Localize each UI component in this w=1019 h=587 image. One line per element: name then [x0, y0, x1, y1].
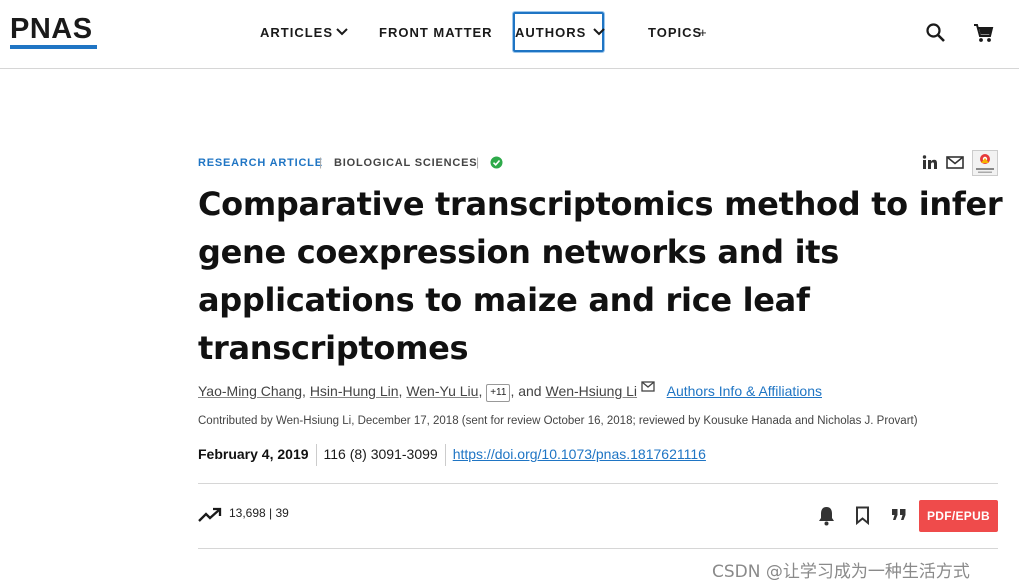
divider: [198, 483, 998, 484]
quote-icon[interactable]: [891, 508, 907, 521]
linkedin-icon[interactable]: [922, 155, 938, 170]
plus-icon[interactable]: +: [699, 24, 708, 42]
search-icon[interactable]: [925, 22, 947, 44]
author-link[interactable]: Yao-Ming Chang: [198, 383, 302, 399]
views-count: 13,698: [229, 506, 266, 520]
divider: [444, 444, 446, 467]
pdf-epub-button[interactable]: PDF/EPUB: [919, 500, 998, 532]
article-section[interactable]: BIOLOGICAL SCIENCES: [334, 156, 477, 170]
publication-date: February 4, 2019: [198, 446, 309, 462]
author-list: Yao-Ming Chang, Hsin-Hung Lin, Wen-Yu Li…: [198, 381, 822, 402]
divider: [198, 548, 998, 549]
contribution-info: Contributed by Wen-Hsiung Li, December 1…: [198, 415, 918, 427]
nav-authors[interactable]: AUTHORS: [515, 24, 586, 42]
logo-underline: [10, 45, 97, 49]
citations-count: 39: [275, 506, 289, 520]
article-title: Comparative transcriptomics method to in…: [198, 185, 1003, 367]
check-circle-icon: [490, 156, 503, 169]
article-type[interactable]: RESEARCH ARTICLE: [198, 156, 323, 170]
pnas-logo[interactable]: PNAS: [10, 14, 93, 44]
divider: [315, 444, 317, 467]
separator: |: [476, 155, 480, 169]
chevron-down-icon[interactable]: [335, 26, 349, 38]
site-header: PNAS ARTICLES FRONT MATTER AUTHORS TOPIC…: [0, 0, 1019, 69]
cart-icon[interactable]: [973, 22, 995, 44]
bookmark-icon[interactable]: [855, 506, 870, 525]
and-text: , and: [510, 383, 542, 399]
author-link[interactable]: Wen-Yu Liu: [406, 383, 478, 399]
trending-up-icon[interactable]: [198, 507, 222, 523]
separator: |: [319, 155, 323, 169]
doi-link[interactable]: https://doi.org/10.1073/pnas.1817621116: [453, 446, 706, 462]
nav-front-matter[interactable]: FRONT MATTER: [379, 24, 493, 42]
nav-articles[interactable]: ARTICLES: [260, 24, 333, 42]
nav-topics[interactable]: TOPICS: [648, 24, 702, 42]
volume-pages: 116 (8) 3091-3099: [323, 446, 438, 462]
more-authors-button[interactable]: +11: [486, 384, 511, 402]
email-icon[interactable]: [641, 381, 655, 392]
publication-info: February 4, 2019 116 (8) 3091-3099 https:/…: [198, 444, 706, 467]
author-link[interactable]: Wen-Hsiung Li: [545, 383, 637, 399]
affiliations-link[interactable]: Authors Info & Affiliations: [667, 383, 822, 399]
author-link[interactable]: Hsin-Hung Lin: [310, 383, 399, 399]
bell-icon[interactable]: [817, 505, 836, 527]
check-for-updates-icon[interactable]: [972, 150, 998, 176]
chevron-down-icon[interactable]: [592, 26, 606, 38]
watermark: CSDN @让学习成为一种生活方式: [712, 562, 970, 582]
email-icon[interactable]: [946, 156, 964, 169]
metrics[interactable]: 13,698 | 39: [229, 506, 289, 520]
